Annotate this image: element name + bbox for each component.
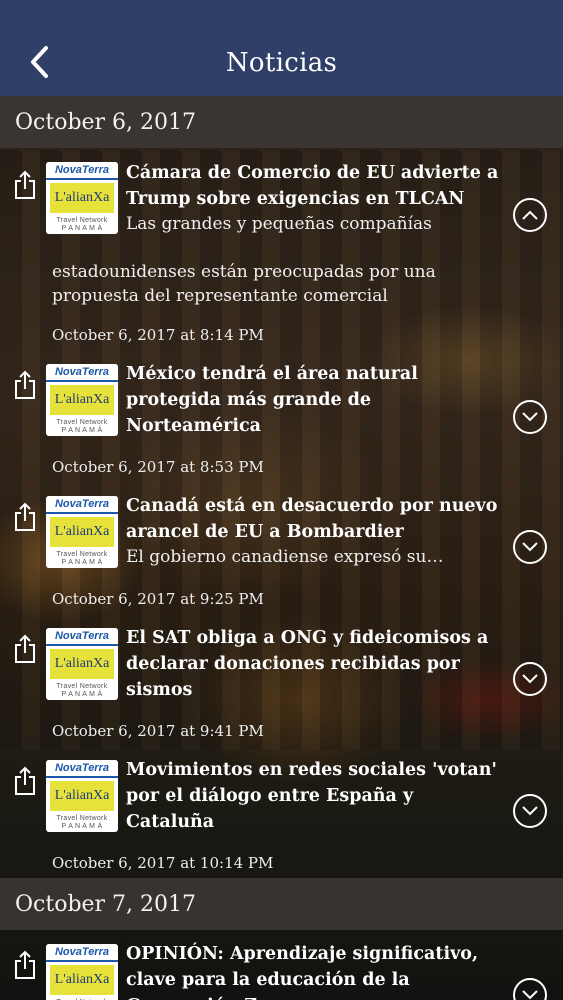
news-summary: El gobierno canadiense expresó su… xyxy=(126,547,444,567)
expand-button[interactable] xyxy=(513,662,547,696)
news-text: OPINIÓN: Aprendizaje significativo, clav… xyxy=(126,941,506,1000)
news-summary-continued: estadounidenses están preocupadas por un… xyxy=(52,262,436,306)
page-title: Noticias xyxy=(225,48,338,78)
chevron-down-icon xyxy=(522,990,538,1000)
source-logo: NovaTerra L'alianXa Travel NetworkP A N … xyxy=(46,364,118,436)
news-title: OPINIÓN: Aprendizaje significativo, clav… xyxy=(126,944,479,1000)
source-logo: NovaTerra L'alianXa Travel NetworkP A N … xyxy=(46,944,118,1000)
news-title: Canadá está en desacuerdo por nuevo aran… xyxy=(126,496,498,542)
expand-button[interactable] xyxy=(513,794,547,828)
share-icon[interactable] xyxy=(12,950,38,980)
news-timestamp: October 6, 2017 at 8:14 PM xyxy=(52,326,264,344)
source-logo: NovaTerra L'alianXa Travel NetworkP A N … xyxy=(46,496,118,568)
news-item[interactable]: NovaTerra L'alianXa Travel NetworkP A N … xyxy=(0,352,563,480)
chevron-down-icon xyxy=(522,412,538,422)
chevron-down-icon xyxy=(522,542,538,552)
news-title: El SAT obliga a ONG y fideicomisos a dec… xyxy=(126,628,489,700)
share-icon[interactable] xyxy=(12,370,38,400)
news-timestamp: October 6, 2017 at 8:53 PM xyxy=(52,458,264,476)
news-item[interactable]: NovaTerra L'alianXa Travel NetworkP A N … xyxy=(0,748,563,876)
news-text: El SAT obliga a ONG y fideicomisos a dec… xyxy=(126,625,506,703)
source-logo: NovaTerra L'alianXa Travel NetworkP A N … xyxy=(46,628,118,700)
news-title: México tendrá el área natural protegida … xyxy=(126,364,418,436)
chevron-down-icon xyxy=(522,806,538,816)
section-header-date: October 7, 2017 xyxy=(0,878,563,930)
source-logo: NovaTerra L'alianXa Travel NetworkP A N … xyxy=(46,162,118,234)
chevron-up-icon xyxy=(522,210,538,220)
news-item[interactable]: NovaTerra L'alianXa Travel NetworkP A N … xyxy=(0,484,563,612)
news-text: Canadá está en desacuerdo por nuevo aran… xyxy=(126,493,506,569)
share-icon[interactable] xyxy=(12,634,38,664)
share-icon[interactable] xyxy=(12,766,38,796)
news-item[interactable]: NovaTerra L'alianXa Travel NetworkP A N … xyxy=(0,150,563,350)
news-item[interactable]: NovaTerra L'alianXa Travel NetworkP A N … xyxy=(0,932,563,1000)
expand-button[interactable] xyxy=(513,978,547,1000)
expand-button[interactable] xyxy=(513,400,547,434)
news-title: Movimientos en redes sociales 'votan' po… xyxy=(126,760,497,832)
news-text: México tendrá el área natural protegida … xyxy=(126,361,506,439)
news-timestamp: October 6, 2017 at 9:41 PM xyxy=(52,722,264,740)
news-text: Movimientos en redes sociales 'votan' po… xyxy=(126,757,506,835)
navigation-bar: Noticias xyxy=(0,0,563,96)
share-icon[interactable] xyxy=(12,502,38,532)
news-text: Cámara de Comercio de EU advierte a Trum… xyxy=(126,160,506,236)
chevron-left-icon xyxy=(31,46,48,78)
news-timestamp: October 6, 2017 at 10:14 PM xyxy=(52,854,274,872)
back-button[interactable] xyxy=(26,44,56,80)
source-logo: NovaTerra L'alianXa Travel NetworkP A N … xyxy=(46,760,118,832)
collapse-button[interactable] xyxy=(513,198,547,232)
news-timestamp: October 6, 2017 at 9:25 PM xyxy=(52,590,264,608)
share-icon[interactable] xyxy=(12,170,38,200)
news-item[interactable]: NovaTerra L'alianXa Travel NetworkP A N … xyxy=(0,616,563,744)
news-summary: Las grandes y pequeñas compañías xyxy=(126,214,432,234)
expand-button[interactable] xyxy=(513,530,547,564)
section-header-date: October 6, 2017 xyxy=(0,96,563,148)
news-title: Cámara de Comercio de EU advierte a Trum… xyxy=(126,163,499,209)
chevron-down-icon xyxy=(522,674,538,684)
